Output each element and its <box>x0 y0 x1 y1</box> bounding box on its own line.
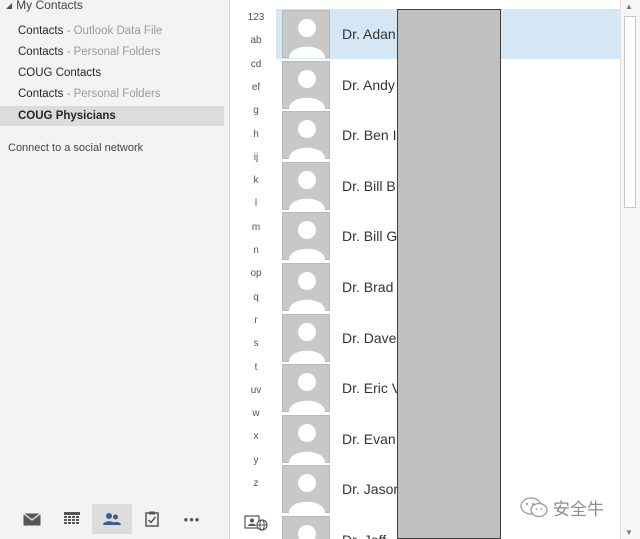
alpha-index-t[interactable]: t <box>238 362 274 373</box>
alpha-index-x[interactable]: x <box>238 431 274 442</box>
people-icon[interactable] <box>92 504 132 534</box>
contact-name: Dr. Evan <box>342 430 396 447</box>
contact-name: Dr. Adan <box>342 26 396 42</box>
contact-photo-placeholder-icon <box>282 263 330 311</box>
folder-contacts-outlook-data-file[interactable]: Contacts - Outlook Data File <box>0 21 224 41</box>
contact-photo-placeholder-icon <box>282 212 330 261</box>
alpha-index-n[interactable]: n <box>238 245 274 256</box>
watermark: 安全牛 <box>519 493 604 521</box>
folder-name: COUG Physicians <box>18 110 116 122</box>
alpha-index-ij[interactable]: ij <box>238 152 274 163</box>
alpha-index-r[interactable]: r <box>238 315 274 326</box>
folder-store: - Personal Folders <box>63 88 161 100</box>
alpha-index-l[interactable]: l <box>238 198 274 209</box>
folder-name: Contacts <box>18 88 64 100</box>
contact-photo-placeholder-icon <box>282 60 330 109</box>
folder-coug-contacts[interactable]: COUG Contacts <box>0 63 224 83</box>
folder-contacts-personal-folders-2[interactable]: Contacts - Personal Folders <box>0 84 224 104</box>
alpha-index-ab[interactable]: ab <box>238 35 274 46</box>
alpha-index-s[interactable]: s <box>238 338 274 349</box>
folder-contacts-personal-folders-1[interactable]: Contacts - Personal Folders <box>0 42 224 62</box>
contact-card-globe-icon[interactable] <box>244 514 270 532</box>
contact-name: Dr. Ben I <box>342 127 397 144</box>
contact-photo-placeholder-icon <box>282 111 330 160</box>
watermark-text: 安全牛 <box>553 499 604 519</box>
alpha-index-cd[interactable]: cd <box>238 59 274 70</box>
alpha-index-123[interactable]: 123 <box>238 12 274 23</box>
wechat-logo-icon <box>520 497 548 518</box>
contact-name: Dr. Dave <box>342 329 397 346</box>
contact-name: Dr. Eric V <box>342 380 402 397</box>
mail-icon[interactable] <box>12 504 52 534</box>
contact-name: Dr. Bill B <box>342 177 396 194</box>
folder-name: Contacts <box>18 25 64 37</box>
contact-name: Dr. Jason <box>342 481 402 498</box>
calendar-icon[interactable] <box>52 504 92 534</box>
contact-photo-placeholder-icon <box>282 516 330 539</box>
folder-coug-physicians[interactable]: COUG Physicians <box>0 106 224 126</box>
alpha-index-k[interactable]: k <box>238 175 274 186</box>
alpha-index-z[interactable]: z <box>238 478 274 489</box>
more-icon[interactable]: ••• <box>172 504 212 534</box>
alpha-index-m[interactable]: m <box>238 222 274 233</box>
folder-name: COUG Contacts <box>18 67 102 79</box>
contact-name: Dr. Jeff <box>342 532 386 539</box>
collapse-triangle-icon[interactable]: ◢ <box>6 1 12 10</box>
more-label: ••• <box>183 511 201 527</box>
connect-social-network-link[interactable]: Connect to a social network <box>8 142 143 154</box>
contact-photo-placeholder-icon <box>282 313 330 362</box>
folder-store: - Personal Folders <box>63 46 161 58</box>
alpha-index-h[interactable]: h <box>238 129 274 140</box>
alpha-index-op[interactable]: op <box>238 268 274 279</box>
vertical-scrollbar[interactable]: ▲ ▼ <box>620 0 640 539</box>
contact-photo-placeholder-icon <box>282 465 330 514</box>
alpha-index-q[interactable]: q <box>238 292 274 303</box>
contact-photo-placeholder-icon <box>282 161 330 210</box>
scroll-up-arrow-icon[interactable]: ▲ <box>625 2 633 11</box>
folder-store: - Outlook Data File <box>63 25 163 37</box>
navigation-pane: ◢ My Contacts Contacts - Outlook Data Fi… <box>0 0 230 539</box>
contact-photo-placeholder-icon <box>282 364 330 413</box>
alpha-index-g[interactable]: g <box>238 105 274 116</box>
group-header-label: My Contacts <box>16 0 83 12</box>
scroll-down-arrow-icon[interactable]: ▼ <box>625 528 633 537</box>
alpha-index-ef[interactable]: ef <box>238 82 274 93</box>
module-switcher: ••• <box>0 499 229 539</box>
folder-name: Contacts <box>18 46 64 58</box>
alpha-index-y[interactable]: y <box>238 455 274 466</box>
alpha-index-w[interactable]: w <box>238 408 274 419</box>
contact-name: Dr. Brad <box>342 279 394 295</box>
contact-name: Dr. Bill G <box>342 228 398 245</box>
tasks-icon[interactable] <box>132 504 172 534</box>
contact-photo-placeholder-icon <box>282 10 330 58</box>
redaction-box <box>397 9 501 539</box>
alpha-index-uv[interactable]: uv <box>238 385 274 396</box>
contact-name: Dr. Andy <box>342 76 395 93</box>
scroll-thumb[interactable] <box>624 16 636 208</box>
contact-photo-placeholder-icon <box>282 414 330 463</box>
my-contacts-group-header[interactable]: ◢ My Contacts <box>6 0 83 13</box>
